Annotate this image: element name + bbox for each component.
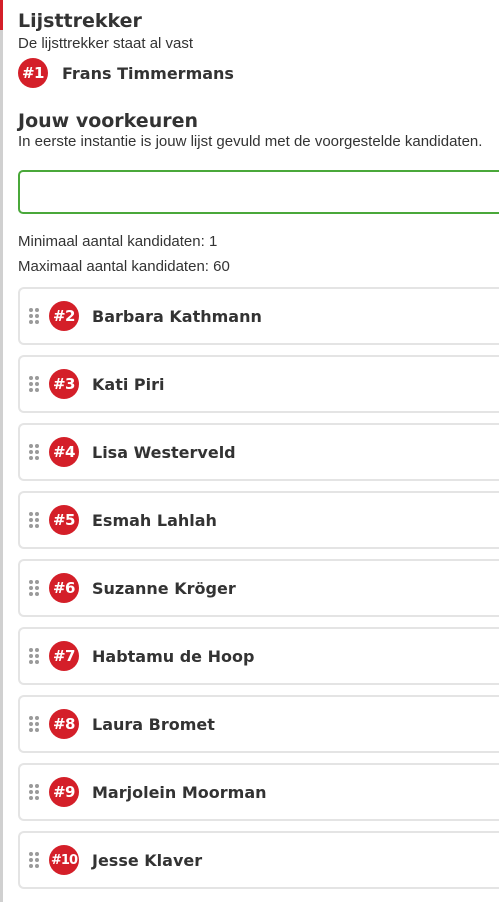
rank-badge: #7 — [49, 641, 79, 671]
preferences-section: Jouw voorkeuren In eerste instantie is j… — [18, 110, 499, 889]
drag-handle-icon[interactable] — [29, 784, 39, 800]
candidate-item[interactable]: #10 Jesse Klaver — [18, 831, 499, 889]
leader-section-subtitle: De lijsttrekker staat al vast — [18, 35, 194, 52]
drag-handle-icon[interactable] — [29, 716, 39, 732]
candidate-name: Laura Bromet — [92, 714, 215, 734]
candidate-name: Kati Piri — [92, 374, 165, 394]
main-content: Lijsttrekker De lijsttrekker staat al va… — [18, 0, 499, 899]
drag-handle-icon[interactable] — [29, 580, 39, 596]
rank-badge: #10 — [49, 845, 79, 875]
candidate-name: Lisa Westerveld — [92, 442, 236, 462]
candidate-item[interactable]: #8 Laura Bromet — [18, 695, 499, 753]
candidate-name: Jesse Klaver — [92, 850, 203, 870]
candidate-search-input[interactable] — [18, 170, 499, 214]
candidate-item[interactable]: #6 Suzanne Kröger — [18, 559, 499, 617]
rank-badge: #1 — [18, 58, 48, 88]
candidate-item[interactable]: #2 Barbara Kathmann — [18, 287, 499, 345]
candidate-name: Habtamu de Hoop — [92, 646, 255, 666]
preferences-section-title: Jouw voorkeuren — [18, 110, 198, 132]
candidate-list: #2 Barbara Kathmann #3 Kati Piri #4 Lisa… — [18, 287, 499, 889]
candidate-limits: Minimaal aantal kandidaten: 1 Maximaal a… — [18, 229, 499, 279]
rank-badge: #4 — [49, 437, 79, 467]
candidate-item[interactable]: #5 Esmah Lahlah — [18, 491, 499, 549]
rank-badge: #5 — [49, 505, 79, 535]
left-accent-bar — [0, 0, 3, 902]
left-accent-highlight — [0, 0, 3, 30]
preferences-section-subtitle: In eerste instantie is jouw lijst gevuld… — [18, 133, 483, 150]
rank-badge: #8 — [49, 709, 79, 739]
rank-badge: #3 — [49, 369, 79, 399]
candidate-item[interactable]: #7 Habtamu de Hoop — [18, 627, 499, 685]
min-candidates-text: Minimaal aantal kandidaten: 1 — [18, 233, 218, 250]
drag-handle-icon[interactable] — [29, 308, 39, 324]
drag-handle-icon[interactable] — [29, 376, 39, 392]
candidate-item[interactable]: #3 Kati Piri — [18, 355, 499, 413]
drag-handle-icon[interactable] — [29, 852, 39, 868]
drag-handle-icon[interactable] — [29, 648, 39, 664]
leader-section-title: Lijsttrekker — [18, 10, 142, 32]
leader-section: Lijsttrekker De lijsttrekker staat al va… — [18, 0, 499, 88]
candidate-item[interactable]: #9 Marjolein Moorman — [18, 763, 499, 821]
candidate-name: Barbara Kathmann — [92, 306, 262, 326]
candidate-item[interactable]: #4 Lisa Westerveld — [18, 423, 499, 481]
candidate-name: Marjolein Moorman — [92, 782, 267, 802]
rank-badge: #2 — [49, 301, 79, 331]
candidate-name: Suzanne Kröger — [92, 578, 236, 598]
drag-handle-icon[interactable] — [29, 444, 39, 460]
rank-badge: #9 — [49, 777, 79, 807]
leader-name: Frans Timmermans — [62, 63, 234, 83]
candidate-name: Esmah Lahlah — [92, 510, 217, 530]
drag-handle-icon[interactable] — [29, 512, 39, 528]
max-candidates-text: Maximaal aantal kandidaten: 60 — [18, 258, 230, 275]
rank-badge: #6 — [49, 573, 79, 603]
leader-row: #1 Frans Timmermans — [18, 58, 499, 88]
